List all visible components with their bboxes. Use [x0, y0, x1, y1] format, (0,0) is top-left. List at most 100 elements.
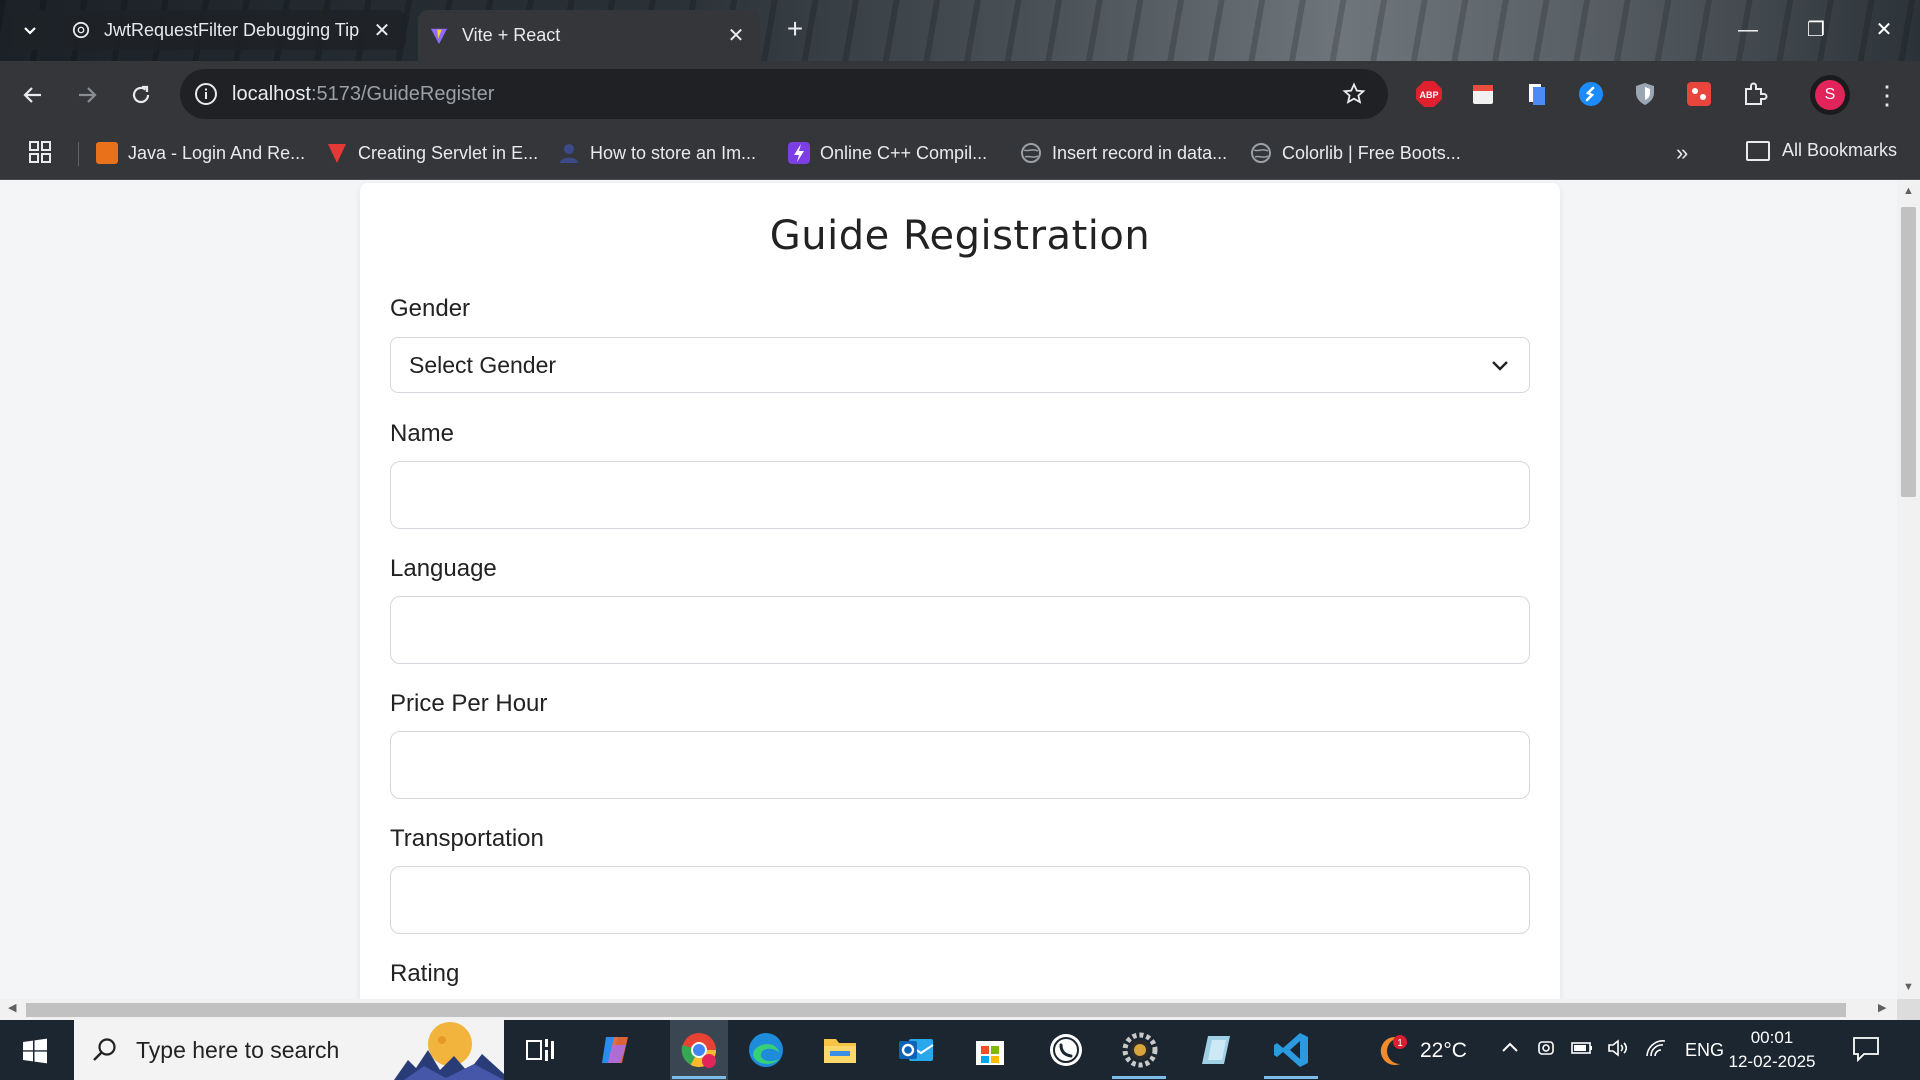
new-tab-button[interactable]: +: [780, 15, 810, 45]
folder-icon: [1746, 140, 1770, 161]
page-viewport: Guide Registration Gender Select Gender …: [0, 181, 1897, 999]
battery-button[interactable]: [1570, 1038, 1594, 1063]
bookmark-label: Online C++ Compil...: [820, 142, 988, 163]
extensions-icon: [1745, 82, 1768, 105]
vscode-app[interactable]: [1270, 1028, 1314, 1072]
scroll-up-icon[interactable]: ▲: [1897, 185, 1920, 197]
adblock-plus-extension[interactable]: ABP: [1414, 79, 1444, 109]
shazam-extension[interactable]: [1576, 79, 1606, 109]
close-tab-icon[interactable]: ✕: [370, 18, 394, 43]
transportation-input[interactable]: [390, 866, 1530, 934]
clock-date: 12-02-2025: [1728, 1052, 1816, 1071]
notification-icon[interactable]: [1852, 1036, 1880, 1062]
clock-time: 00:01: [1750, 1028, 1794, 1047]
price-per-hour-input[interactable]: [390, 731, 1530, 799]
task-view-button[interactable]: [518, 1028, 562, 1072]
registration-card: Guide Registration Gender Select Gender …: [360, 183, 1560, 999]
bookmark-star-icon[interactable]: [1342, 82, 1366, 106]
shield-extension[interactable]: [1630, 79, 1660, 109]
scrollbar-corner: [1897, 999, 1920, 1020]
weather-icon: 1: [1380, 1035, 1407, 1065]
restore-button[interactable]: ❐: [1796, 12, 1836, 48]
chrome-app[interactable]: [677, 1028, 721, 1072]
scroll-right-icon[interactable]: ▶: [1878, 1001, 1886, 1014]
puzzle-extension[interactable]: [1684, 79, 1714, 109]
name-input[interactable]: [390, 461, 1530, 529]
more-bookmarks-button[interactable]: »: [1676, 140, 1688, 166]
search-highlight-illustration-icon: [394, 1020, 504, 1080]
close-window-button[interactable]: ✕: [1864, 12, 1904, 48]
copilot-app[interactable]: [594, 1028, 638, 1072]
bookmark-store-image[interactable]: How to store an Im...: [558, 140, 756, 166]
file-explorer-app[interactable]: [818, 1028, 862, 1072]
minimize-button[interactable]: —: [1728, 12, 1768, 48]
docs-extension[interactable]: [1522, 79, 1552, 109]
tab-search-button[interactable]: [10, 10, 50, 50]
profile-button[interactable]: S: [1810, 75, 1850, 115]
scroll-down-icon[interactable]: ▼: [1897, 981, 1920, 993]
all-bookmarks-label: All Bookmarks: [1782, 140, 1898, 160]
network-button[interactable]: [1644, 1038, 1668, 1063]
page-title: Guide Registration: [769, 213, 1151, 259]
bookmark-insert-record[interactable]: Insert record in data...: [1020, 140, 1227, 166]
shazam-icon: [1579, 82, 1603, 106]
start-button[interactable]: [12, 1034, 58, 1068]
volume-button[interactable]: [1606, 1038, 1630, 1063]
input-language-button[interactable]: ENG: [1685, 1040, 1724, 1061]
address-bar[interactable]: localhost:5173/GuideRegister: [180, 69, 1388, 119]
shield-icon: [1636, 83, 1654, 105]
running-indicator: [1264, 1076, 1318, 1079]
tab-vite-react[interactable]: Vite + React ✕: [418, 10, 760, 61]
vertical-scroll-thumb[interactable]: [1901, 207, 1916, 497]
bookmark-label: How to store an Im...: [590, 142, 757, 163]
bookmarks-bar: Java - Login And Re... Creating Servlet …: [0, 128, 1920, 180]
back-button[interactable]: [14, 76, 52, 114]
vite-icon: [430, 28, 448, 44]
chevron-down-icon: [1492, 361, 1508, 371]
notes-app[interactable]: [1194, 1028, 1238, 1072]
reload-button[interactable]: [122, 76, 160, 114]
puzzle-extension-icon: [1687, 82, 1711, 106]
outlook-app[interactable]: [894, 1028, 938, 1072]
rating-label: Rating: [390, 960, 460, 987]
scroll-left-icon[interactable]: ◀: [8, 1001, 16, 1014]
apps-grid-icon[interactable]: [28, 140, 52, 164]
weather-widget[interactable]: 1 22°C: [1370, 1034, 1467, 1068]
bookmark-colorlib[interactable]: Colorlib | Free Boots...: [1250, 140, 1461, 166]
javatpoint-icon: [96, 142, 118, 164]
close-tab-icon[interactable]: ✕: [724, 23, 748, 48]
bookmark-label: Colorlib | Free Boots...: [1282, 142, 1461, 163]
microsoft-store-app[interactable]: [968, 1028, 1012, 1072]
tab-strip: JwtRequestFilter Debugging Tip ✕ Vite + …: [0, 0, 1920, 61]
taskbar-search-box[interactable]: Type here to search: [74, 1020, 504, 1080]
running-indicator: [672, 1076, 726, 1079]
language-input[interactable]: [390, 596, 1530, 664]
meet-now-button[interactable]: [1536, 1038, 1556, 1063]
vertical-scrollbar[interactable]: ▲ ▼: [1897, 181, 1920, 999]
bookmark-creating-servlet[interactable]: Creating Servlet in E...: [326, 140, 538, 166]
divider: [78, 142, 79, 166]
browser-menu-button[interactable]: ⋮: [1874, 79, 1900, 111]
windows-taskbar: Type here to search 1 22°C ENG 00:01 12-…: [0, 1020, 1920, 1080]
horizontal-scrollbar[interactable]: ◀ ▶: [0, 999, 1897, 1020]
edge-app[interactable]: [744, 1028, 788, 1072]
whatsapp-app[interactable]: [1044, 1028, 1088, 1072]
bookmark-java-login[interactable]: Java - Login And Re...: [96, 140, 305, 166]
gender-select[interactable]: Select Gender: [390, 337, 1530, 393]
svg-text:ABP: ABP: [1419, 90, 1438, 100]
arrow-right-icon: [79, 87, 97, 103]
tab-title: Vite + React: [462, 25, 561, 45]
show-hidden-icons-button[interactable]: [1500, 1038, 1520, 1063]
site-info-icon[interactable]: [194, 82, 218, 106]
tab-jwt-debugging[interactable]: JwtRequestFilter Debugging Tip ✕: [60, 10, 406, 50]
horizontal-scroll-thumb[interactable]: [26, 1003, 1846, 1017]
clock[interactable]: 00:01 12-02-2025: [1722, 1026, 1822, 1074]
all-bookmarks-button[interactable]: All Bookmarks: [1746, 140, 1897, 161]
extensions-menu-button[interactable]: [1740, 79, 1770, 109]
settings-gear-app[interactable]: [1118, 1028, 1162, 1072]
calendar-extension[interactable]: [1468, 79, 1498, 109]
lightning-icon: [788, 142, 810, 164]
bookmark-online-cpp[interactable]: Online C++ Compil...: [788, 140, 987, 166]
windows-logo-icon: [23, 1038, 47, 1064]
forward-button[interactable]: [68, 76, 106, 114]
